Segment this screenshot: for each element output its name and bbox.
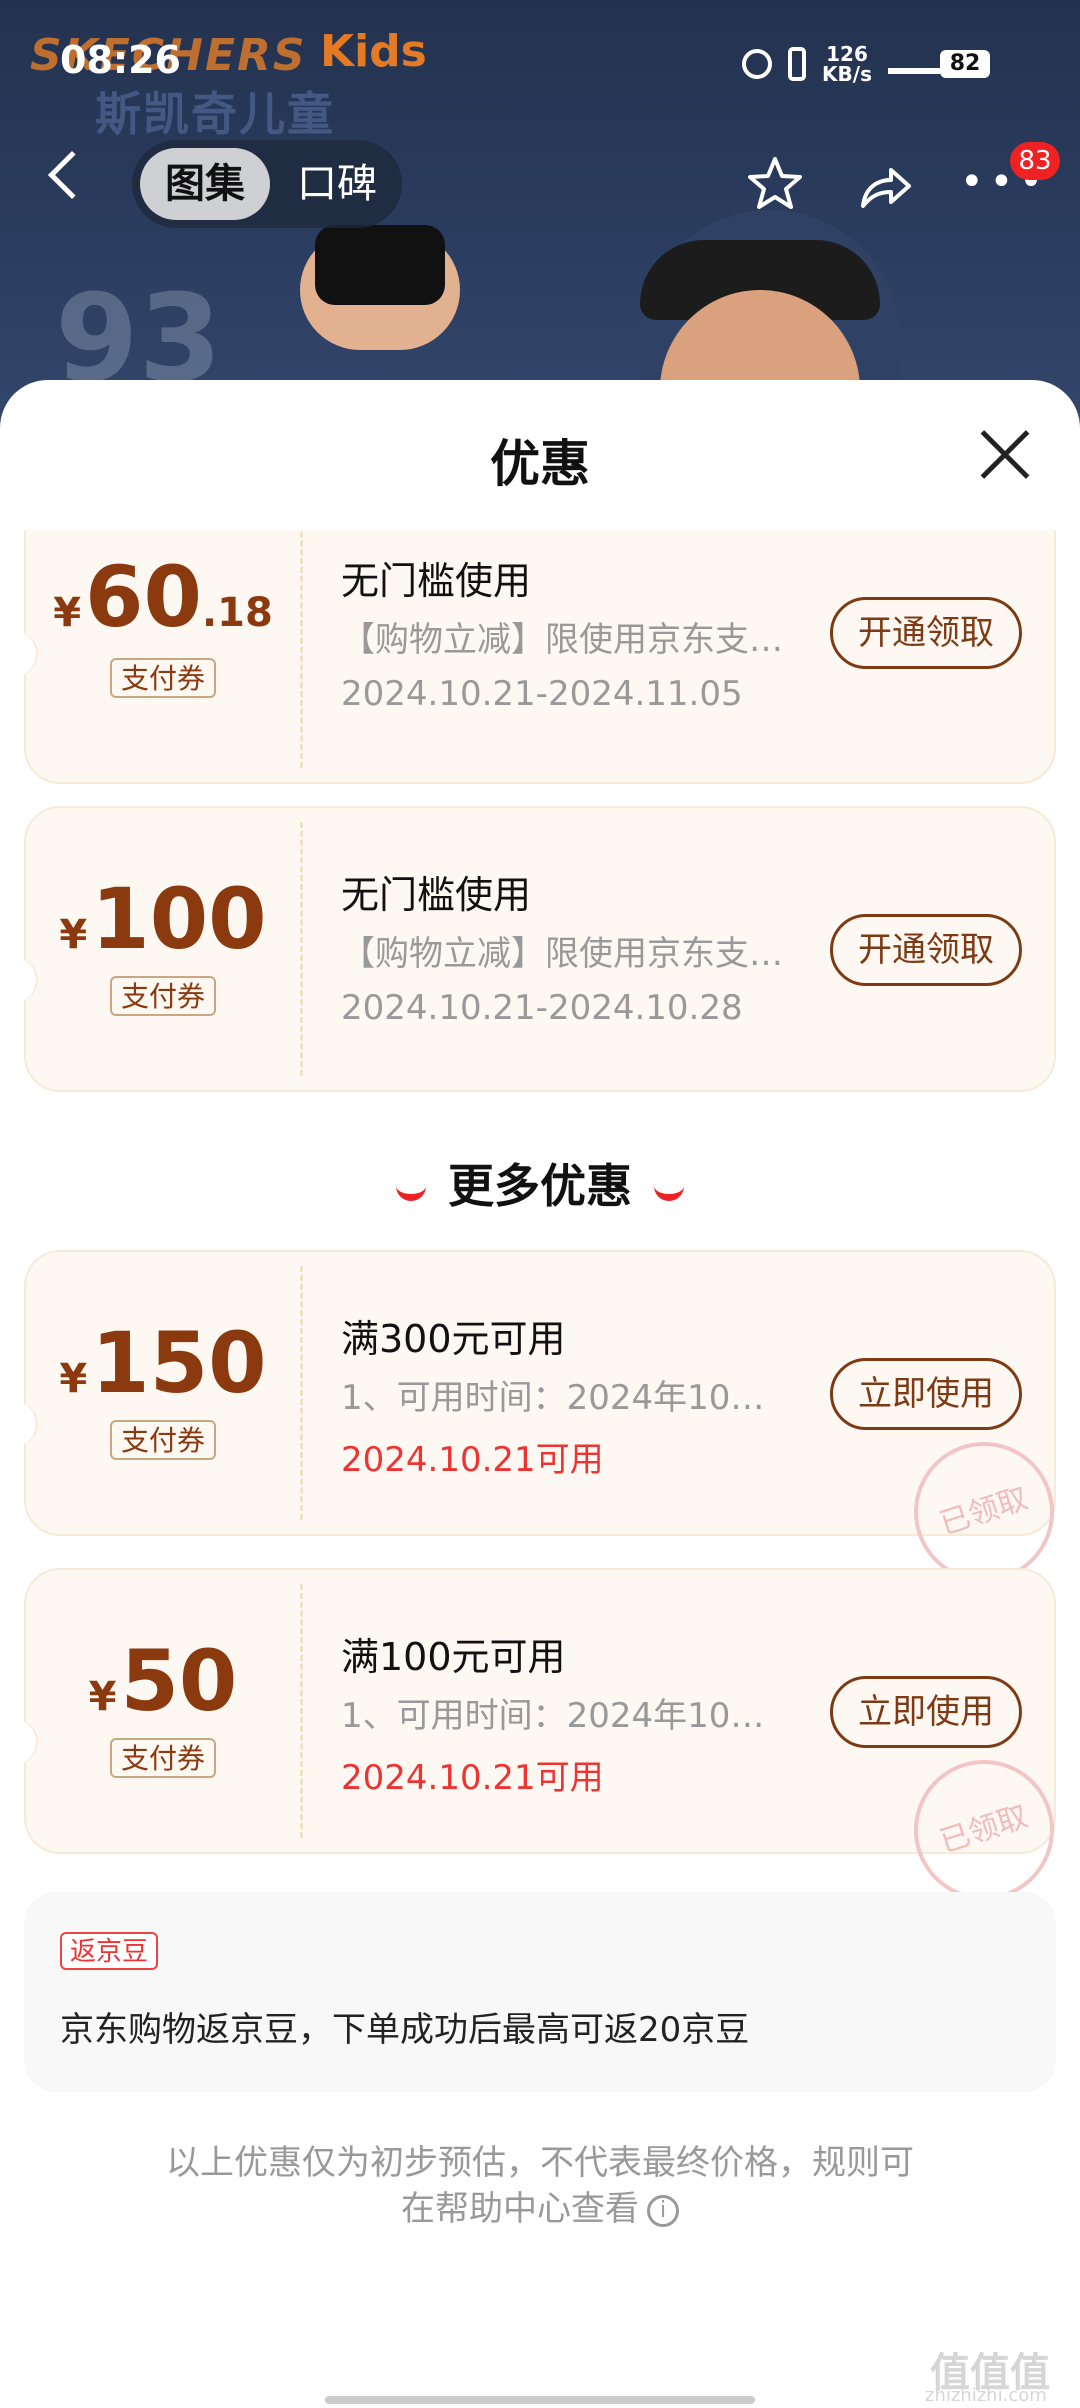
coupon-date: 2024.10.21-2024.11.05 xyxy=(341,674,743,714)
jingdou-rebate-card: 返京豆 京东购物返京豆，下单成功后最高可返20京豆 xyxy=(24,1892,1056,2092)
tab-gallery[interactable]: 图集 xyxy=(140,148,270,220)
top-nav: 图集 口碑 ••• 83 xyxy=(0,140,1080,230)
watermark-url: zhizhizhi.com xyxy=(925,2385,1047,2406)
currency-symbol: ¥ xyxy=(88,1674,117,1720)
status-bar: 08:26 126 KB/s 82 xyxy=(0,0,1080,120)
more-discounts-header: 更多优惠 xyxy=(0,1150,1080,1216)
coupon-type-tag: 支付券 xyxy=(110,658,216,698)
coupon-card: ¥150 支付券 满300元可用 1、可用时间：2024年10… 2024.10… xyxy=(12,1250,1073,1601)
smile-icon xyxy=(654,1178,684,1201)
disclaimer-line2-row: 在帮助中心查看 i xyxy=(0,2186,1080,2232)
coupon-amount: ¥60.18 xyxy=(26,548,300,646)
disclaimer-line2: 在帮助中心查看 xyxy=(401,2189,639,2229)
back-icon[interactable] xyxy=(47,150,97,200)
coupon-type-tag: 支付券 xyxy=(110,1738,216,1778)
battery-icon: 82 xyxy=(940,50,990,78)
share-icon[interactable] xyxy=(855,158,915,218)
more-discounts-title: 更多优惠 xyxy=(448,1159,632,1213)
coupon-card: ¥50 支付券 满100元可用 1、可用时间：2024年10… 2024.10.… xyxy=(12,1568,1073,1919)
coupon-amount: ¥150 xyxy=(26,1314,300,1412)
coupon-type-tag: 支付券 xyxy=(110,1420,216,1460)
jingdou-text: 京东购物返京豆，下单成功后最高可返20京豆 xyxy=(60,2010,750,2050)
tab-reviews[interactable]: 口碑 xyxy=(282,148,392,220)
use-now-button[interactable]: 立即使用 xyxy=(830,1676,1022,1748)
coupon-desc: 【购物立减】限使用京东支… xyxy=(341,934,783,974)
currency-symbol: ¥ xyxy=(53,590,82,636)
coupon-amount: ¥100 xyxy=(26,870,300,968)
sheet-content: ¥60.18 支付券 无门槛使用 【购物立减】限使用京东支… 2024.10.2… xyxy=(0,530,1080,2408)
disclaimer: 以上优惠仅为初步预估，不代表最终价格，规则可 在帮助中心查看 i xyxy=(0,2140,1080,2232)
coupon-title: 满100元可用 xyxy=(341,1635,566,1679)
coupon-amount: ¥50 xyxy=(26,1632,300,1730)
coupon-desc: 1、可用时间：2024年10… xyxy=(341,1378,765,1418)
currency-symbol: ¥ xyxy=(59,1356,88,1402)
close-icon[interactable] xyxy=(975,425,1035,485)
coupon-amount-integer: 150 xyxy=(91,1314,267,1412)
signal-icon xyxy=(888,54,940,74)
coupon-divider xyxy=(300,530,303,768)
disclaimer-line1: 以上优惠仅为初步预估，不代表最终价格，规则可 xyxy=(166,2143,914,2183)
star-icon[interactable] xyxy=(745,154,805,214)
coupon-divider xyxy=(300,1584,303,1838)
coupon-desc: 【购物立减】限使用京东支… xyxy=(341,620,783,660)
jingdou-tag: 返京豆 xyxy=(60,1932,159,1970)
coupon-title: 无门槛使用 xyxy=(341,559,532,603)
use-now-button[interactable]: 立即使用 xyxy=(830,1358,1022,1430)
message-badge: 83 xyxy=(1010,142,1060,180)
coupon-amount-integer: 100 xyxy=(91,870,267,968)
coupon-date: 2024.10.21可用 xyxy=(341,1440,604,1480)
status-icons: 126 KB/s xyxy=(742,44,940,84)
coupon-date: 2024.10.21-2024.10.28 xyxy=(341,988,743,1028)
currency-symbol: ¥ xyxy=(59,912,88,958)
alarm-icon xyxy=(742,49,773,79)
coupon-type-tag: 支付券 xyxy=(110,976,216,1016)
coupon-title: 满300元可用 xyxy=(341,1317,566,1361)
coupon-amount-decimal: .18 xyxy=(201,590,273,636)
smile-icon xyxy=(396,1178,426,1201)
claim-button[interactable]: 开通领取 xyxy=(830,597,1022,669)
home-indicator[interactable] xyxy=(325,2396,755,2404)
info-icon[interactable]: i xyxy=(647,2194,679,2227)
coupon-amount-integer: 60 xyxy=(85,548,202,646)
network-speed-unit: KB/s xyxy=(822,62,872,86)
coupon-desc: 1、可用时间：2024年10… xyxy=(341,1696,765,1736)
hero-binoculars xyxy=(315,225,445,305)
claim-button[interactable]: 开通领取 xyxy=(830,914,1022,986)
coupon-card: ¥60.18 支付券 无门槛使用 【购物立减】限使用京东支… 2024.10.2… xyxy=(12,530,1056,784)
status-time: 08:26 xyxy=(60,38,181,82)
coupon-title: 无门槛使用 xyxy=(341,873,532,917)
segment-tabs: 图集 口碑 xyxy=(132,140,402,228)
network-speed: 126 KB/s xyxy=(822,44,872,84)
network-speed-value: 126 xyxy=(826,42,868,66)
coupon-card: ¥100 支付券 无门槛使用 【购物立减】限使用京东支… 2024.10.21-… xyxy=(12,806,1056,1092)
sheet-title: 优惠 xyxy=(490,435,590,493)
coupon-divider xyxy=(300,1266,303,1520)
coupon-amount-integer: 50 xyxy=(120,1632,238,1730)
vibrate-icon xyxy=(788,47,807,81)
coupon-divider xyxy=(300,822,303,1076)
discount-sheet: 优惠 ¥60.18 支付券 无门槛使用 【购物立减】限使用京东支… 2024.1… xyxy=(0,380,1080,2408)
coupon-date: 2024.10.21可用 xyxy=(341,1758,604,1798)
